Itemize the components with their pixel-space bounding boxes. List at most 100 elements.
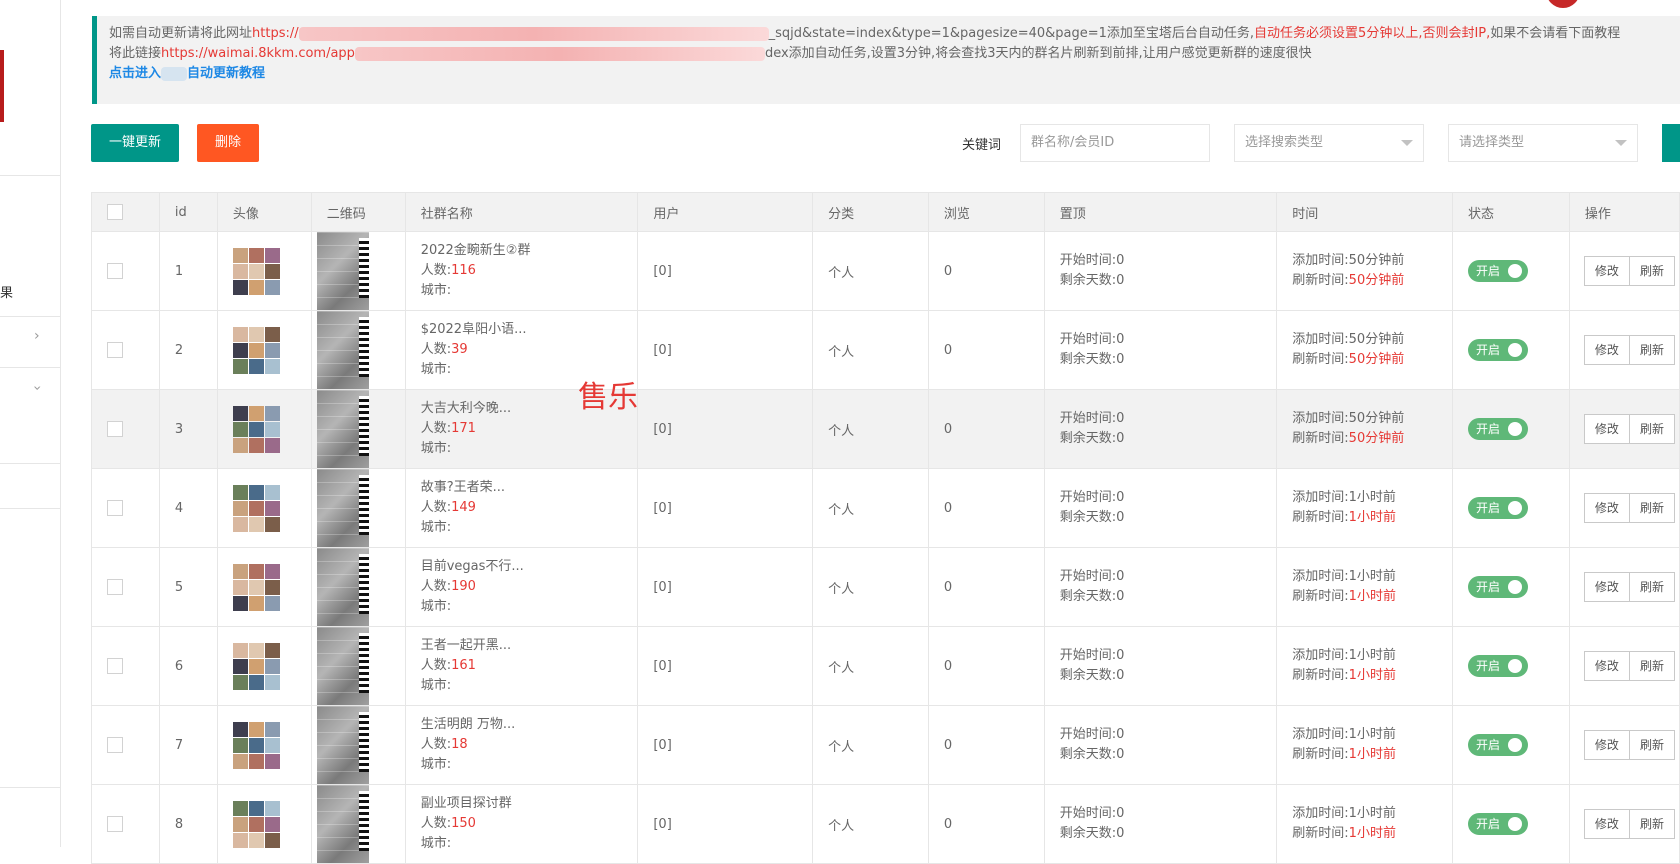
refresh-time-value: 1小时前 — [1348, 589, 1396, 604]
status-toggle[interactable]: 开启 — [1468, 734, 1529, 756]
redacted-blur — [354, 46, 765, 61]
row-checkbox-cell[interactable] — [91, 389, 160, 469]
refresh-button[interactable]: 刷新 — [1628, 414, 1675, 444]
select-all-checkbox[interactable] — [107, 204, 123, 220]
row-checkbox-cell[interactable] — [91, 231, 160, 311]
chevron-down-icon[interactable]: › — [29, 385, 45, 391]
refresh-button[interactable]: 刷新 — [1628, 493, 1675, 523]
pin-cell: 开始时间:0 剩余天数:0 — [1043, 626, 1278, 706]
qr-code-image[interactable] — [316, 390, 369, 468]
search-input[interactable]: 群名称/会员ID — [1020, 124, 1210, 162]
toggle-knob — [1508, 580, 1523, 594]
edit-button[interactable]: 修改 — [1583, 414, 1630, 444]
city: 城市: — [420, 599, 452, 614]
edit-button[interactable]: 修改 — [1583, 256, 1630, 286]
edit-button[interactable]: 修改 — [1583, 651, 1630, 681]
status-toggle[interactable]: 开启 — [1468, 418, 1529, 440]
avatar-tile — [248, 737, 264, 753]
avatar-tile — [232, 263, 248, 279]
refresh-button[interactable]: 刷新 — [1628, 256, 1675, 286]
search-type-select[interactable]: 选择搜索类型 — [1234, 124, 1424, 162]
row-checkbox-cell[interactable] — [91, 626, 160, 706]
row-checkbox[interactable] — [107, 342, 123, 358]
notice-url: https://waimai.8kkm.com/app — [161, 46, 355, 61]
refresh-button[interactable]: 刷新 — [1628, 730, 1675, 760]
category-select[interactable]: 请选择类型 — [1448, 124, 1638, 162]
avatar-tile — [232, 674, 248, 690]
row-checkbox-cell[interactable] — [91, 468, 160, 548]
avatar-cell — [216, 784, 312, 864]
avatar-tile — [232, 595, 248, 611]
table-header-row: id 头像 二维码 社群名称 用户 分类 浏览 置顶 时间 状态 操作 — [91, 192, 1680, 232]
row-checkbox[interactable] — [107, 816, 123, 832]
avatar-tile — [264, 326, 280, 342]
tutorial-link[interactable]: 自动更新教程 — [187, 66, 265, 81]
avatar-tile — [248, 721, 264, 737]
member-count: 人数:39 — [421, 340, 638, 360]
row-checkbox[interactable] — [107, 658, 123, 674]
row-checkbox-cell[interactable] — [91, 784, 160, 864]
refresh-time-value: 1小时前 — [1348, 510, 1396, 525]
refresh-button[interactable]: 刷新 — [1628, 809, 1675, 839]
row-checkbox-cell[interactable] — [91, 705, 160, 785]
edit-button[interactable]: 修改 — [1583, 335, 1630, 365]
status-toggle[interactable]: 开启 — [1468, 260, 1529, 282]
city: 城市: — [420, 441, 452, 456]
row-checkbox[interactable] — [107, 737, 123, 753]
tutorial-link[interactable]: 点击进入 — [109, 66, 161, 81]
pin-start-time: 开始时间:0 — [1059, 490, 1125, 505]
row-checkbox-cell[interactable] — [91, 547, 160, 627]
row-checkbox[interactable] — [107, 421, 123, 437]
edit-button[interactable]: 修改 — [1583, 730, 1630, 760]
group-name: 2022金畹新生②群 — [420, 243, 531, 258]
user-avatar[interactable] — [1546, 0, 1580, 8]
auto-update-notice: 如需自动更新请将此网址https:// _sqjd&state=index&typ… — [92, 16, 1680, 104]
avatar-tile — [248, 279, 264, 295]
qr-code-image[interactable] — [316, 785, 369, 863]
time-cell: 添加时间:1小时前 刷新时间:1小时前 — [1276, 547, 1454, 627]
qr-code-image[interactable] — [316, 548, 369, 626]
refresh-button[interactable]: 刷新 — [1628, 651, 1675, 681]
qr-code-image[interactable] — [316, 469, 369, 547]
refresh-button[interactable]: 刷新 — [1628, 572, 1675, 602]
delete-button[interactable]: 删除 — [197, 124, 260, 162]
qr-code-image[interactable] — [316, 627, 369, 705]
search-button[interactable] — [1662, 124, 1680, 162]
qr-code-image[interactable] — [316, 706, 369, 784]
avatar-tile — [248, 579, 264, 595]
column-header: 用户 — [637, 192, 814, 232]
status-toggle[interactable]: 开启 — [1468, 576, 1529, 598]
row-checkbox[interactable] — [107, 263, 123, 279]
edit-button[interactable]: 修改 — [1583, 493, 1630, 523]
row-checkbox[interactable] — [107, 500, 123, 516]
avatar-tile — [248, 516, 264, 532]
status-toggle[interactable]: 开启 — [1468, 655, 1529, 677]
row-id: 2 — [158, 310, 218, 390]
bulk-update-button[interactable]: 一键更新 — [91, 124, 180, 162]
row-checkbox-cell[interactable] — [91, 310, 160, 390]
avatar-tile — [264, 358, 280, 374]
table-row: 1 2022金畹新生②群 人数:116 城市: [0] 个人 0 开始时间:0 … — [91, 231, 1680, 311]
status-toggle[interactable]: 开启 — [1468, 339, 1529, 361]
edit-button[interactable]: 修改 — [1583, 809, 1630, 839]
select-all-checkbox-cell[interactable] — [91, 192, 160, 232]
qr-cell — [310, 705, 406, 785]
group-name-cell: 副业项目探讨群 人数:150 城市: — [404, 784, 639, 864]
qr-code-image[interactable] — [316, 232, 369, 310]
status-toggle[interactable]: 开启 — [1468, 813, 1529, 835]
refresh-button[interactable]: 刷新 — [1628, 335, 1675, 365]
row-checkbox[interactable] — [107, 579, 123, 595]
qr-code-image[interactable] — [316, 311, 369, 389]
actions-cell: 修改 刷新 — [1568, 784, 1680, 864]
row-id: 4 — [158, 468, 218, 548]
status-cell: 开启 — [1452, 231, 1570, 311]
avatar-tile — [232, 484, 248, 500]
status-toggle[interactable]: 开启 — [1468, 497, 1529, 519]
views-cell: 0 — [927, 468, 1045, 548]
edit-button[interactable]: 修改 — [1583, 572, 1630, 602]
group-avatar — [232, 721, 280, 769]
chevron-right-icon[interactable]: › — [34, 328, 40, 344]
sidebar-item-label[interactable]: 果 — [0, 282, 13, 301]
actions-cell: 修改 刷新 — [1568, 626, 1680, 706]
added-time: 添加时间:1小时前 — [1292, 648, 1396, 663]
